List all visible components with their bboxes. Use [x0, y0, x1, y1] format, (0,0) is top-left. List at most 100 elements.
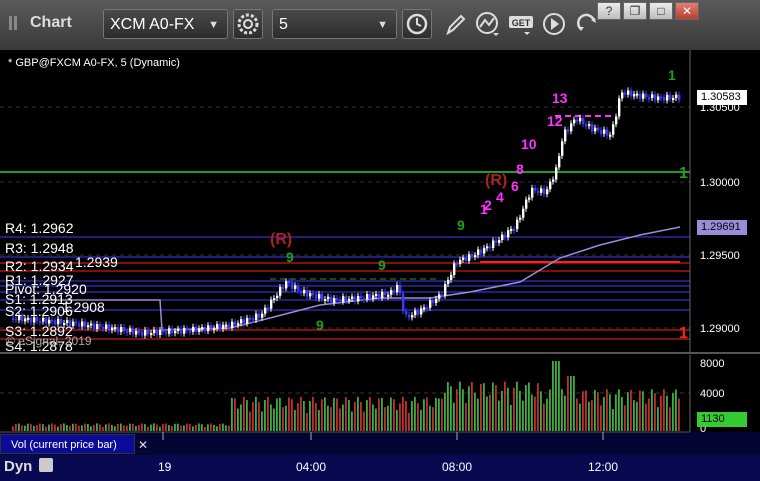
volume-bar	[393, 399, 395, 431]
volume-bar	[495, 385, 497, 431]
candle	[495, 240, 498, 243]
candle	[588, 124, 591, 127]
td-nine-a: 9	[378, 257, 386, 273]
symbol-combo[interactable]: XCM A0-FX ▼	[103, 9, 228, 39]
candle	[87, 325, 90, 328]
volume-bar	[501, 390, 503, 431]
status-strip	[0, 455, 760, 481]
restore-button[interactable]: ❐	[623, 2, 647, 20]
candle	[159, 330, 162, 335]
close-button[interactable]: ✕	[675, 2, 699, 20]
candle	[537, 190, 540, 193]
volume-bar	[120, 423, 122, 431]
volume-bar	[642, 391, 644, 431]
candle	[198, 328, 201, 332]
volume-bar	[516, 381, 518, 431]
candle	[504, 234, 507, 238]
candle	[153, 329, 156, 334]
interval-settings-button[interactable]	[402, 9, 432, 39]
candle	[210, 325, 213, 329]
studies-icon[interactable]	[473, 9, 503, 39]
volume-bar	[93, 424, 95, 431]
volume-bar	[297, 403, 299, 431]
volume-bar	[126, 425, 128, 431]
close-icon[interactable]: ✕	[138, 435, 148, 455]
td-nine-up: 9	[286, 249, 294, 265]
candle	[234, 321, 237, 326]
price-chart[interactable]: (R) (R) 9 9 9 9 1 2 4 6 8 10 12 13 1 1 1…	[0, 50, 760, 481]
volume-bar	[384, 407, 386, 431]
candle	[147, 329, 150, 335]
volume-bar	[399, 403, 401, 431]
td-r-mid: (R)	[485, 172, 507, 189]
volume-bar	[312, 396, 314, 431]
candle	[219, 323, 222, 330]
volume-bar	[294, 410, 296, 431]
volume-bar	[201, 424, 203, 431]
candle	[360, 295, 363, 299]
play-icon[interactable]	[539, 9, 569, 39]
volume-bar	[141, 423, 143, 431]
candle	[378, 293, 381, 298]
volume-bar	[546, 398, 548, 431]
volume-bar	[183, 425, 185, 431]
get-icon[interactable]: GET	[506, 9, 536, 39]
candle	[399, 284, 402, 294]
candle	[273, 298, 276, 301]
volume-bar	[366, 400, 368, 431]
volume-bar	[45, 426, 47, 431]
help-button[interactable]: ?	[597, 2, 621, 20]
candle	[381, 291, 384, 298]
grip-icon[interactable]	[8, 16, 24, 30]
volume-bar	[177, 423, 179, 431]
volume-bar	[378, 398, 380, 431]
volume-bar	[252, 402, 254, 431]
candle	[594, 127, 597, 132]
candle	[111, 327, 114, 331]
candle	[222, 324, 225, 330]
volume-tick: 8000	[700, 358, 724, 370]
volume-bar	[549, 389, 551, 431]
candle	[486, 246, 489, 249]
symbol-legend: * GBP@FXCM A0-FX, 5 (Dynamic)	[8, 57, 180, 69]
candle	[501, 234, 504, 241]
candle	[582, 117, 585, 125]
candle	[324, 299, 327, 302]
candle	[150, 333, 153, 336]
volume-bar	[84, 423, 86, 431]
candle	[180, 328, 183, 334]
volume-bar	[234, 398, 236, 431]
candle	[300, 290, 303, 294]
volume-bar	[633, 400, 635, 431]
interval-combo[interactable]: 5 ▼	[272, 9, 397, 39]
candle	[105, 324, 108, 329]
dyn-label[interactable]: Dyn	[4, 458, 53, 475]
candle	[129, 328, 132, 332]
indicator-tab[interactable]: Vol (current price bar) ✕	[0, 434, 148, 454]
volume-bar	[255, 396, 257, 431]
volume-bar	[72, 423, 74, 431]
volume-bar	[606, 389, 608, 431]
volume-bar	[204, 426, 206, 431]
candle	[291, 282, 294, 289]
candle	[246, 317, 249, 324]
candle	[81, 321, 84, 327]
candle	[171, 328, 174, 334]
candle	[177, 328, 180, 331]
volume-bar	[426, 397, 428, 431]
maximize-button[interactable]: □	[649, 2, 673, 20]
volume-bar	[78, 425, 80, 431]
volume-bar	[585, 390, 587, 431]
volume-bar	[210, 423, 212, 431]
symbol-settings-button[interactable]	[233, 9, 263, 39]
td-nine-b: 9	[457, 217, 465, 233]
candle	[402, 293, 405, 312]
lock-icon[interactable]	[38, 458, 53, 472]
candle	[207, 325, 210, 332]
volume-bar	[630, 389, 632, 431]
pencil-icon[interactable]	[440, 9, 470, 39]
interval-value: 5	[279, 16, 288, 33]
volume-bar	[402, 396, 404, 431]
volume-bar	[555, 361, 557, 431]
volume-bar	[564, 395, 566, 431]
